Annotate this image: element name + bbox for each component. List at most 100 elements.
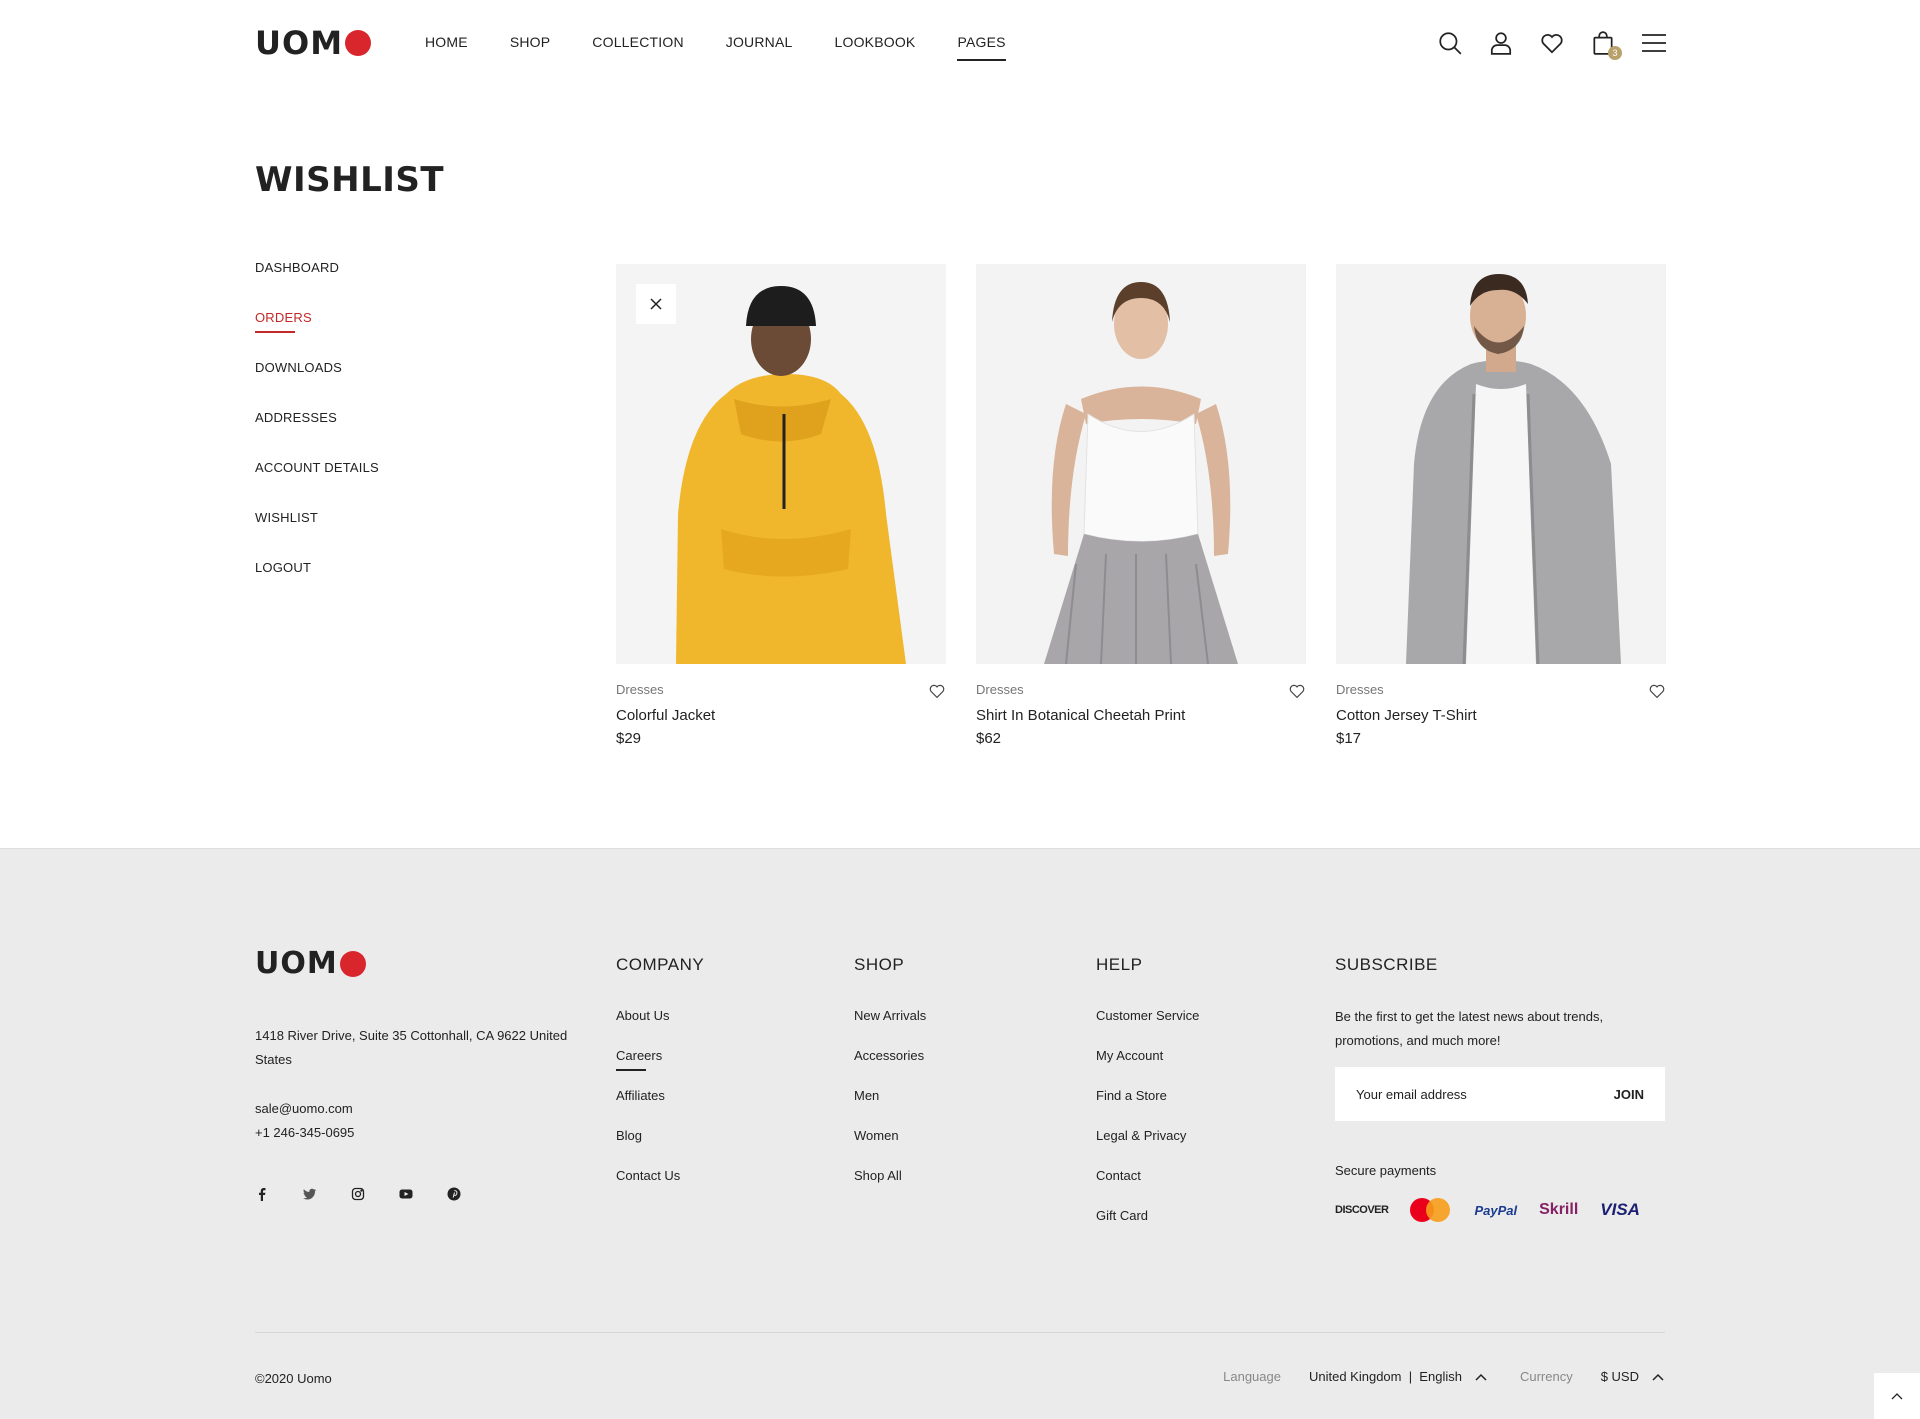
sidebar-item-downloads[interactable]: DOWNLOADS [255,360,379,410]
wishlist-grid: Dresses Colorful Jacket $29 Dresses Shir… [616,264,1666,747]
product-price: $62 [976,730,1002,747]
language-value: United Kingdom | English [1308,1369,1462,1384]
product-image-man-grey-hoodie[interactable] [1336,264,1666,664]
subscribe-form: JOIN [1335,1067,1665,1121]
footer-link-blog[interactable]: Blog [616,1128,704,1168]
scroll-to-top-button[interactable] [1874,1373,1920,1419]
language-label: Language [1223,1369,1281,1384]
nav-collection[interactable]: COLLECTION [592,34,683,50]
footer-link-new-arrivals[interactable]: New Arrivals [854,1008,926,1048]
chevron-up-icon [1475,1373,1487,1381]
sidebar-item-wishlist[interactable]: WISHLIST [255,510,379,560]
locale-settings: Language United Kingdom | English Curren… [1223,1369,1665,1384]
sidebar-item-addresses[interactable]: ADDRESSES [255,410,379,460]
subscribe-text: Be the first to get the latest news abou… [1335,1009,1604,1048]
product-category[interactable]: Dresses [1336,682,1666,697]
language-select[interactable]: United Kingdom | English [1309,1369,1488,1384]
join-button[interactable]: JOIN [1614,1087,1644,1102]
email-field[interactable] [1356,1086,1576,1102]
sidebar-item-dashboard[interactable]: DASHBOARD [255,260,379,310]
footer-link-my-account[interactable]: My Account [1096,1048,1199,1088]
currency-select[interactable]: $ USD [1601,1369,1665,1384]
product-price: $17 [1336,730,1362,747]
footer-contact: sale@uomo.com +1 246-345-0695 [255,1097,354,1145]
sidebar-item-orders[interactable]: ORDERS [255,310,379,360]
footer-links: About Us Careers Affiliates Blog Contact… [616,1008,704,1208]
user-icon[interactable] [1488,30,1514,56]
footer-email[interactable]: sale@uomo.com [255,1097,354,1121]
product-name[interactable]: Colorful Jacket [616,707,946,724]
bag-icon[interactable]: 3 [1590,30,1622,60]
product-image-man-yellow-anorak[interactable] [616,264,946,664]
product-name[interactable]: Shirt In Botanical Cheetah Print [976,707,1306,724]
footer-links: Customer Service My Account Find a Store… [1096,1008,1199,1248]
footer-divider [255,1332,1665,1333]
footer-link-find-a-store[interactable]: Find a Store [1096,1088,1199,1128]
footer-link-contact[interactable]: Contact [1096,1168,1199,1208]
youtube-icon[interactable] [399,1187,413,1201]
nav-journal[interactable]: JOURNAL [726,34,793,50]
currency-label: Currency [1519,1369,1573,1384]
product-category[interactable]: Dresses [976,682,1306,697]
sidebar-item-account-details[interactable]: ACCOUNT DETAILS [255,460,379,510]
sidebar-item-logout[interactable]: LOGOUT [255,560,379,610]
facebook-icon[interactable] [255,1187,269,1201]
footer-link-legal-privacy[interactable]: Legal & Privacy [1096,1128,1199,1168]
heart-icon[interactable] [1539,30,1565,56]
heart-icon[interactable] [1288,682,1306,700]
footer-link-careers[interactable]: Careers [616,1048,704,1088]
nav-home[interactable]: HOME [425,34,468,50]
hamburger-menu-icon[interactable] [1641,30,1667,56]
footer-column-title: SUBSCRIBE [1335,955,1438,974]
footer-column-help: HELP Customer Service My Account Find a … [1096,955,1199,1248]
product-image-woman-white-top[interactable] [976,264,1306,664]
skrill-logo: Skrill [1539,1201,1579,1218]
discover-logo: DISCOVER [1335,1204,1389,1216]
chevron-up-icon [1652,1373,1664,1381]
nav-shop[interactable]: SHOP [510,34,550,50]
payment-logos: DISCOVER PayPal Skrill VISA [1335,1198,1665,1222]
mastercard-logo [1410,1198,1452,1222]
pinterest-icon[interactable] [447,1187,461,1201]
close-icon [650,298,662,310]
footer-phone[interactable]: +1 246-345-0695 [255,1121,354,1145]
footer-address: 1418 River Drive, Suite 35 Cottonhall, C… [255,1028,568,1067]
cart-count-badge: 3 [1608,46,1622,60]
footer-link-men[interactable]: Men [854,1088,926,1128]
nav-pages[interactable]: PAGES [957,34,1006,61]
footer-column-company: COMPANY About Us Careers Affiliates Blog… [616,955,704,1208]
remove-from-wishlist-button[interactable] [636,284,676,324]
logo-dot [345,30,372,56]
product-card: Dresses Cotton Jersey T-Shirt $17 [1336,264,1666,747]
chevron-up-icon [1891,1393,1903,1400]
footer-link-affiliates[interactable]: Affiliates [616,1088,704,1128]
nav-lookbook[interactable]: LOOKBOOK [835,34,916,50]
heart-icon[interactable] [1648,682,1666,700]
footer-column-title: COMPANY [616,955,705,974]
header-icons: 3 [1412,30,1667,60]
product-meta: Dresses Colorful Jacket $29 [616,682,946,747]
footer-link-customer-service[interactable]: Customer Service [1096,1008,1199,1048]
search-icon[interactable] [1437,30,1463,56]
main-nav: HOME SHOP COLLECTION JOURNAL LOOKBOOK PA… [425,34,1048,61]
site-logo[interactable]: UOM [255,26,372,60]
product-name[interactable]: Cotton Jersey T-Shirt [1336,707,1666,724]
footer-link-about-us[interactable]: About Us [616,1008,704,1048]
footer-link-shop-all[interactable]: Shop All [854,1168,926,1208]
footer-link-contact-us[interactable]: Contact Us [616,1168,704,1208]
footer-link-women[interactable]: Women [854,1128,926,1168]
twitter-icon[interactable] [303,1187,317,1201]
footer-column-title: SHOP [854,955,905,974]
page-title: WISHLIST [255,160,445,200]
footer-link-gift-card[interactable]: Gift Card [1096,1208,1199,1248]
secure-payments-label: Secure payments [1335,1163,1437,1178]
instagram-icon[interactable] [351,1187,365,1201]
product-meta: Dresses Cotton Jersey T-Shirt $17 [1336,682,1666,747]
footer-column-title: HELP [1096,955,1143,974]
product-category[interactable]: Dresses [616,682,946,697]
heart-icon[interactable] [928,682,946,700]
footer-column-subscribe: SUBSCRIBE Be the first to get the latest… [1335,955,1665,1222]
footer-logo[interactable]: UOM [255,947,366,981]
copyright: ©2020 Uomo [255,1371,332,1386]
footer-link-accessories[interactable]: Accessories [854,1048,926,1088]
